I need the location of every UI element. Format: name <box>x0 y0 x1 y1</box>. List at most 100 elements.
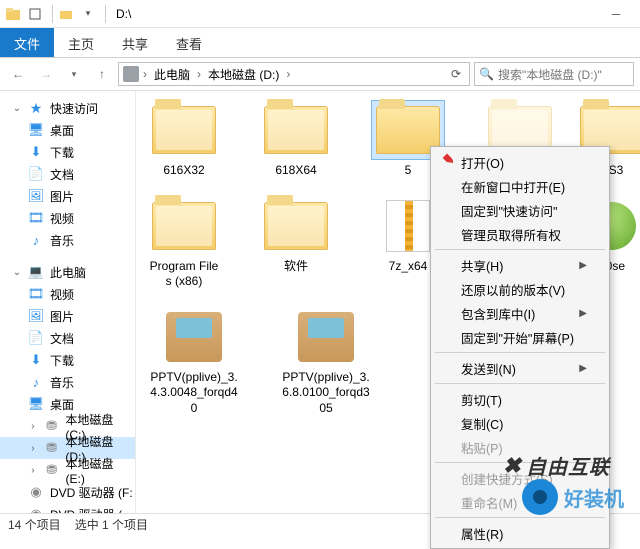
tree-label: 下载 <box>50 352 74 369</box>
ctx-properties[interactable]: 属性(R) <box>433 521 607 545</box>
address-box[interactable]: › 此电脑 › 本地磁盘 (D:) › ⟳ <box>118 62 470 86</box>
tree-downloads[interactable]: ⬇下载 <box>0 141 135 163</box>
tree-pc-documents[interactable]: 📄文档 <box>0 327 135 349</box>
folder-item[interactable]: 软件 <box>260 197 332 290</box>
chevron-right-icon[interactable]: › <box>143 67 147 81</box>
watermark-text: 自由互联 <box>526 451 610 480</box>
desktop-icon: 🖥 <box>28 396 44 412</box>
chevron-right-icon: ▶ <box>579 363 587 374</box>
tree-label: 图片 <box>50 308 74 325</box>
ctx-label: 粘贴(P) <box>461 438 503 457</box>
qat-folder-icon[interactable] <box>57 5 75 23</box>
tree-label: 音乐 <box>50 374 74 391</box>
search-input[interactable]: 🔍 搜索"本地磁盘 (D:)" <box>474 62 634 86</box>
refresh-dropdown-icon[interactable]: ⟳ <box>447 67 465 81</box>
tree-pc-music[interactable]: ♪ 音乐 <box>0 371 135 393</box>
minimize-button[interactable]: ─ <box>596 2 636 26</box>
folder-item[interactable]: Program Files (x86) <box>148 197 220 290</box>
tab-view[interactable]: 查看 <box>162 28 216 57</box>
folder-item[interactable]: 618X64 <box>260 101 332 179</box>
watermark-2: 好装机 <box>522 479 624 515</box>
music-icon: ♪ <box>28 374 44 390</box>
search-icon: 🔍 <box>479 67 494 81</box>
ctx-pin-to-start[interactable]: 固定到"开始"屏幕(P) <box>433 325 607 349</box>
tree-pictures[interactable]: 🖼图片 <box>0 185 135 207</box>
file-item[interactable]: PPTV(pplive)_3.6.8.0100_forqd305 <box>280 308 372 417</box>
tree-quick-access[interactable]: ⌄ ★ 快速访问 <box>0 97 135 119</box>
tree-label: DVD 驱动器 ( <box>50 506 122 514</box>
chevron-right-icon[interactable]: › <box>197 67 201 81</box>
tree-pc-pictures[interactable]: 🖼图片 <box>0 305 135 327</box>
ctx-take-ownership[interactable]: 管理员取得所有权 <box>433 222 607 246</box>
breadcrumb-current[interactable]: 本地磁盘 (D:) <box>205 64 282 85</box>
ctx-label: 固定到"开始"屏幕(P) <box>461 328 574 347</box>
expand-icon[interactable]: › <box>28 421 38 432</box>
ctx-open[interactable]: 打开(O) <box>433 150 607 174</box>
nav-tree[interactable]: ⌄ ★ 快速访问 🖥桌面 ⬇下载 📄文档 🖼图片 🎞视频 ♪音乐 ⌄ 💻 此电脑… <box>0 91 136 513</box>
tree-pc-downloads[interactable]: ⬇ 下载 <box>0 349 135 371</box>
tree-label: 文档 <box>50 166 74 183</box>
expand-icon[interactable]: › <box>28 443 38 454</box>
ctx-cut[interactable]: 剪切(T) <box>433 387 607 411</box>
ctx-open-new-window[interactable]: 在新窗口中打开(E) <box>433 174 607 198</box>
ctx-copy[interactable]: 复制(C) <box>433 411 607 435</box>
watermark-text: 好装机 <box>564 483 624 512</box>
item-label: 5 <box>405 163 412 179</box>
file-item[interactable]: PPTV(pplive)_3.4.3.0048_forqd40 <box>148 308 240 417</box>
ribbon-tabs: 文件 主页 共享 查看 <box>0 28 640 58</box>
ctx-pin-quick-access[interactable]: 固定到"快速访问" <box>433 198 607 222</box>
address-bar: ← → ▾ ↑ › 此电脑 › 本地磁盘 (D:) › ⟳ 🔍 搜索"本地磁盘 … <box>0 58 640 90</box>
folder-icon <box>152 202 216 250</box>
tab-share[interactable]: 共享 <box>108 28 162 57</box>
ctx-label: 剪切(T) <box>461 390 502 409</box>
folder-icon <box>152 106 216 154</box>
tree-pc-videos[interactable]: 🎞视频 <box>0 283 135 305</box>
tree-label: 图片 <box>50 188 74 205</box>
expand-icon[interactable]: ⌄ <box>12 267 22 278</box>
chevron-right-icon: ▶ <box>579 260 587 271</box>
forward-button[interactable]: → <box>34 62 58 86</box>
ctx-share[interactable]: 共享(H)▶ <box>433 253 607 277</box>
tree-drive-e[interactable]: ›⛃本地磁盘 (E:) <box>0 459 135 481</box>
tree-music[interactable]: ♪音乐 <box>0 229 135 251</box>
tree-documents[interactable]: 📄文档 <box>0 163 135 185</box>
tree-desktop[interactable]: 🖥桌面 <box>0 119 135 141</box>
ctx-restore-previous[interactable]: 还原以前的版本(V) <box>433 277 607 301</box>
qat-dropdown-icon[interactable]: ▾ <box>79 5 97 23</box>
tree-label: 视频 <box>50 210 74 227</box>
ctx-label: 还原以前的版本(V) <box>461 280 565 299</box>
tree-dvd-g[interactable]: ◉DVD 驱动器 ( <box>0 503 135 513</box>
music-icon: ♪ <box>28 232 44 248</box>
ctx-label: 固定到"快速访问" <box>461 201 557 220</box>
ctx-include-in-library[interactable]: 包含到库中(I)▶ <box>433 301 607 325</box>
x-icon: ✖ <box>503 453 522 479</box>
video-icon: 🎞 <box>28 286 44 302</box>
expand-icon[interactable]: ⌄ <box>12 103 22 114</box>
download-icon: ⬇ <box>28 352 44 368</box>
ctx-separator <box>435 383 605 384</box>
item-label: 618X64 <box>275 163 316 179</box>
tree-dvd-f[interactable]: ◉DVD 驱动器 (F: <box>0 481 135 503</box>
tab-home[interactable]: 主页 <box>54 28 108 57</box>
back-button[interactable]: ← <box>6 62 30 86</box>
drive-icon: ⛃ <box>44 462 60 478</box>
tree-label: 桌面 <box>50 122 74 139</box>
pc-icon: 💻 <box>28 264 44 280</box>
expand-icon[interactable]: › <box>28 465 38 476</box>
breadcrumb-root[interactable]: 此电脑 <box>151 64 193 85</box>
drive-icon: ⛃ <box>44 418 60 434</box>
tree-this-pc[interactable]: ⌄ 💻 此电脑 <box>0 261 135 283</box>
chevron-right-icon[interactable]: › <box>286 67 290 81</box>
folder-item[interactable]: 616X32 <box>148 101 220 179</box>
ctx-label: 重命名(M) <box>461 493 517 512</box>
up-button[interactable]: ↑ <box>90 62 114 86</box>
recent-dropdown[interactable]: ▾ <box>62 62 86 86</box>
ctx-send-to[interactable]: 发送到(N)▶ <box>433 356 607 380</box>
tree-videos[interactable]: 🎞视频 <box>0 207 135 229</box>
status-selected: 选中 1 个项目 <box>75 516 148 533</box>
item-label: 616X32 <box>163 163 204 179</box>
tab-file[interactable]: 文件 <box>0 28 54 57</box>
search-placeholder: 搜索"本地磁盘 (D:)" <box>498 66 602 83</box>
archive-icon <box>386 200 430 252</box>
qat-properties-icon[interactable] <box>26 5 44 23</box>
